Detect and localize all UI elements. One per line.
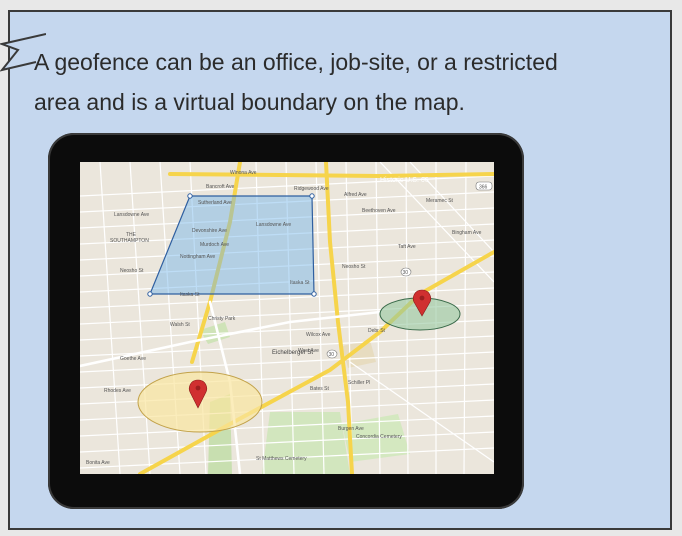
label-itaska-w: Itaska St [180,292,200,298]
label-meramec: Meramec St [426,198,454,204]
geofence-vertex[interactable] [309,193,315,199]
label-neosho-e: Neosho St [342,264,366,270]
label-walsh: Walsh St [170,322,190,328]
label-nottingham: Nottingham Ave [180,254,215,260]
label-wilcox: Wilcox Ave [306,332,331,338]
label-itaska-e: Itaska St [290,280,310,286]
label-schiller: Schiller Pl [348,380,370,386]
label-winona: Winona Ave [230,170,257,176]
caption-line-1: A geofence can be an office, job-site, o… [34,49,558,75]
label-christy-park: Christy Park [208,316,236,322]
label-beethoven: Beethoven Ave [362,208,396,214]
svg-text:30: 30 [403,270,409,276]
label-st-matthews: St Matthews Cemetery [256,456,307,462]
caption-text: A geofence can be an office, job-site, o… [34,42,654,122]
label-murdoch: Murdoch Ave [200,242,229,248]
label-neosho-w: Neosho St [120,268,144,274]
label-goethe: Goethe Ave [120,356,146,362]
route-shield-30-b: 30 [326,349,338,359]
label-alfred: Alfred Ave [344,192,367,198]
label-debr: Debr St [368,328,386,334]
label-rhodes: Rhodes Ave [104,388,131,394]
label-historic: Historic U.S. 66 [380,177,429,184]
geofence-vertex[interactable] [187,193,193,199]
map-screen[interactable]: 366 30 30 Historic U.S. 66 Winona Ave Ba… [80,162,494,474]
label-sutherland: Sutherland Ave [198,200,232,206]
caption-line-2: area and is a virtual boundary on the ma… [34,89,465,115]
label-bancroft: Bancroft Ave [206,184,234,190]
label-bingham: Bingham Ave [452,230,482,236]
label-devonshire: Devonshire Ave [192,228,227,234]
svg-text:30: 30 [329,352,335,358]
geofence-vertex[interactable] [311,291,317,297]
map-canvas[interactable]: 366 30 30 Historic U.S. 66 Winona Ave Ba… [80,162,494,474]
label-bates: Bates St [310,386,330,392]
label-burgen: Burgen Ave [338,426,364,432]
label-bonita: Bonita Ave [86,460,110,466]
label-concordia: Concordia Cemetery [356,434,402,440]
route-shield-30-a: 30 [400,267,412,277]
label-west-ave: West Ave [298,348,319,354]
label-taft: Taft Ave [398,244,416,250]
route-shield-366: 366 [475,181,493,191]
label-southampton-2: SOUTHAMPTON [110,238,149,244]
label-ridgewood: Ridgewood Ave [294,186,329,192]
label-lansdowne-2: Lansdowne Ave [256,222,291,228]
label-lansdowne-1: Lansdowne Ave [114,212,149,218]
geofence-vertex[interactable] [147,291,153,297]
svg-text:366: 366 [479,185,488,191]
